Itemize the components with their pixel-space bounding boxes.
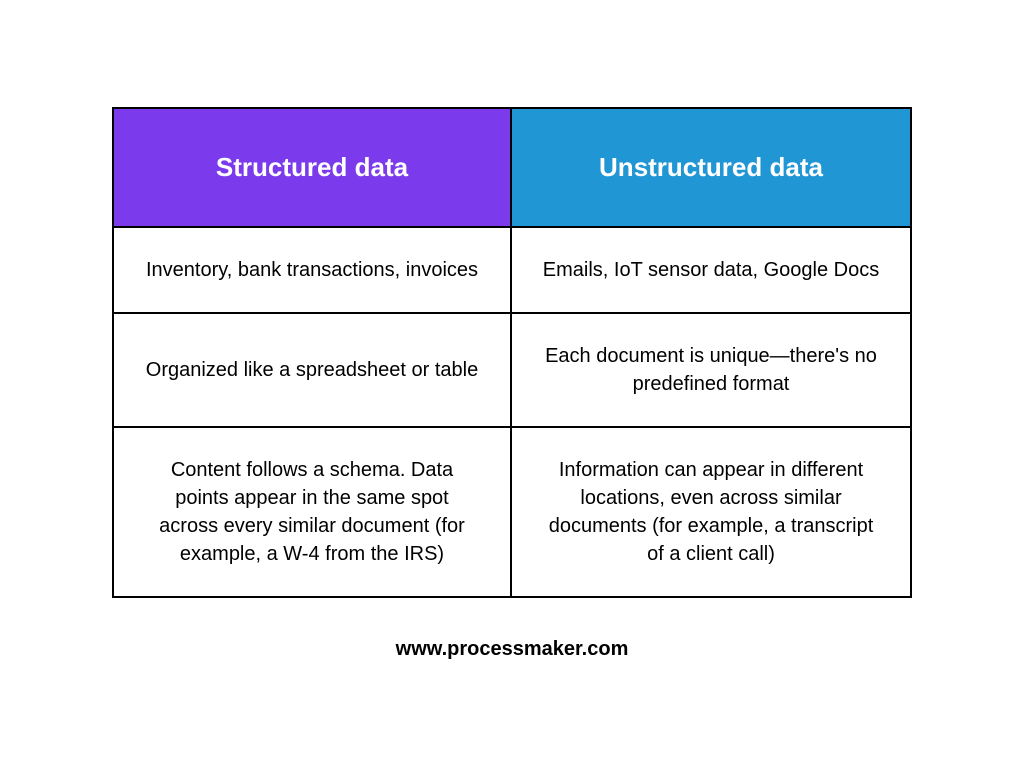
table-row: Inventory, bank transactions, invoices E… [114,226,910,312]
cell-examples-structured: Inventory, bank transactions, invoices [114,228,512,312]
cell-examples-unstructured: Emails, IoT sensor data, Google Docs [512,228,910,312]
cell-schema-unstructured: Information can appear in different loca… [512,428,910,596]
cell-schema-structured: Content follows a schema. Data points ap… [114,428,512,596]
cell-organization-structured: Organized like a spreadsheet or table [114,314,512,426]
table-row: Content follows a schema. Data points ap… [114,426,910,596]
header-structured: Structured data [114,109,512,225]
footer-url: www.processmaker.com [396,638,629,661]
comparison-table: Structured data Unstructured data Invent… [112,107,912,597]
cell-organization-unstructured: Each document is unique—there's no prede… [512,314,910,426]
header-unstructured: Unstructured data [512,109,910,225]
table-header-row: Structured data Unstructured data [114,109,910,225]
table-row: Organized like a spreadsheet or table Ea… [114,312,910,426]
